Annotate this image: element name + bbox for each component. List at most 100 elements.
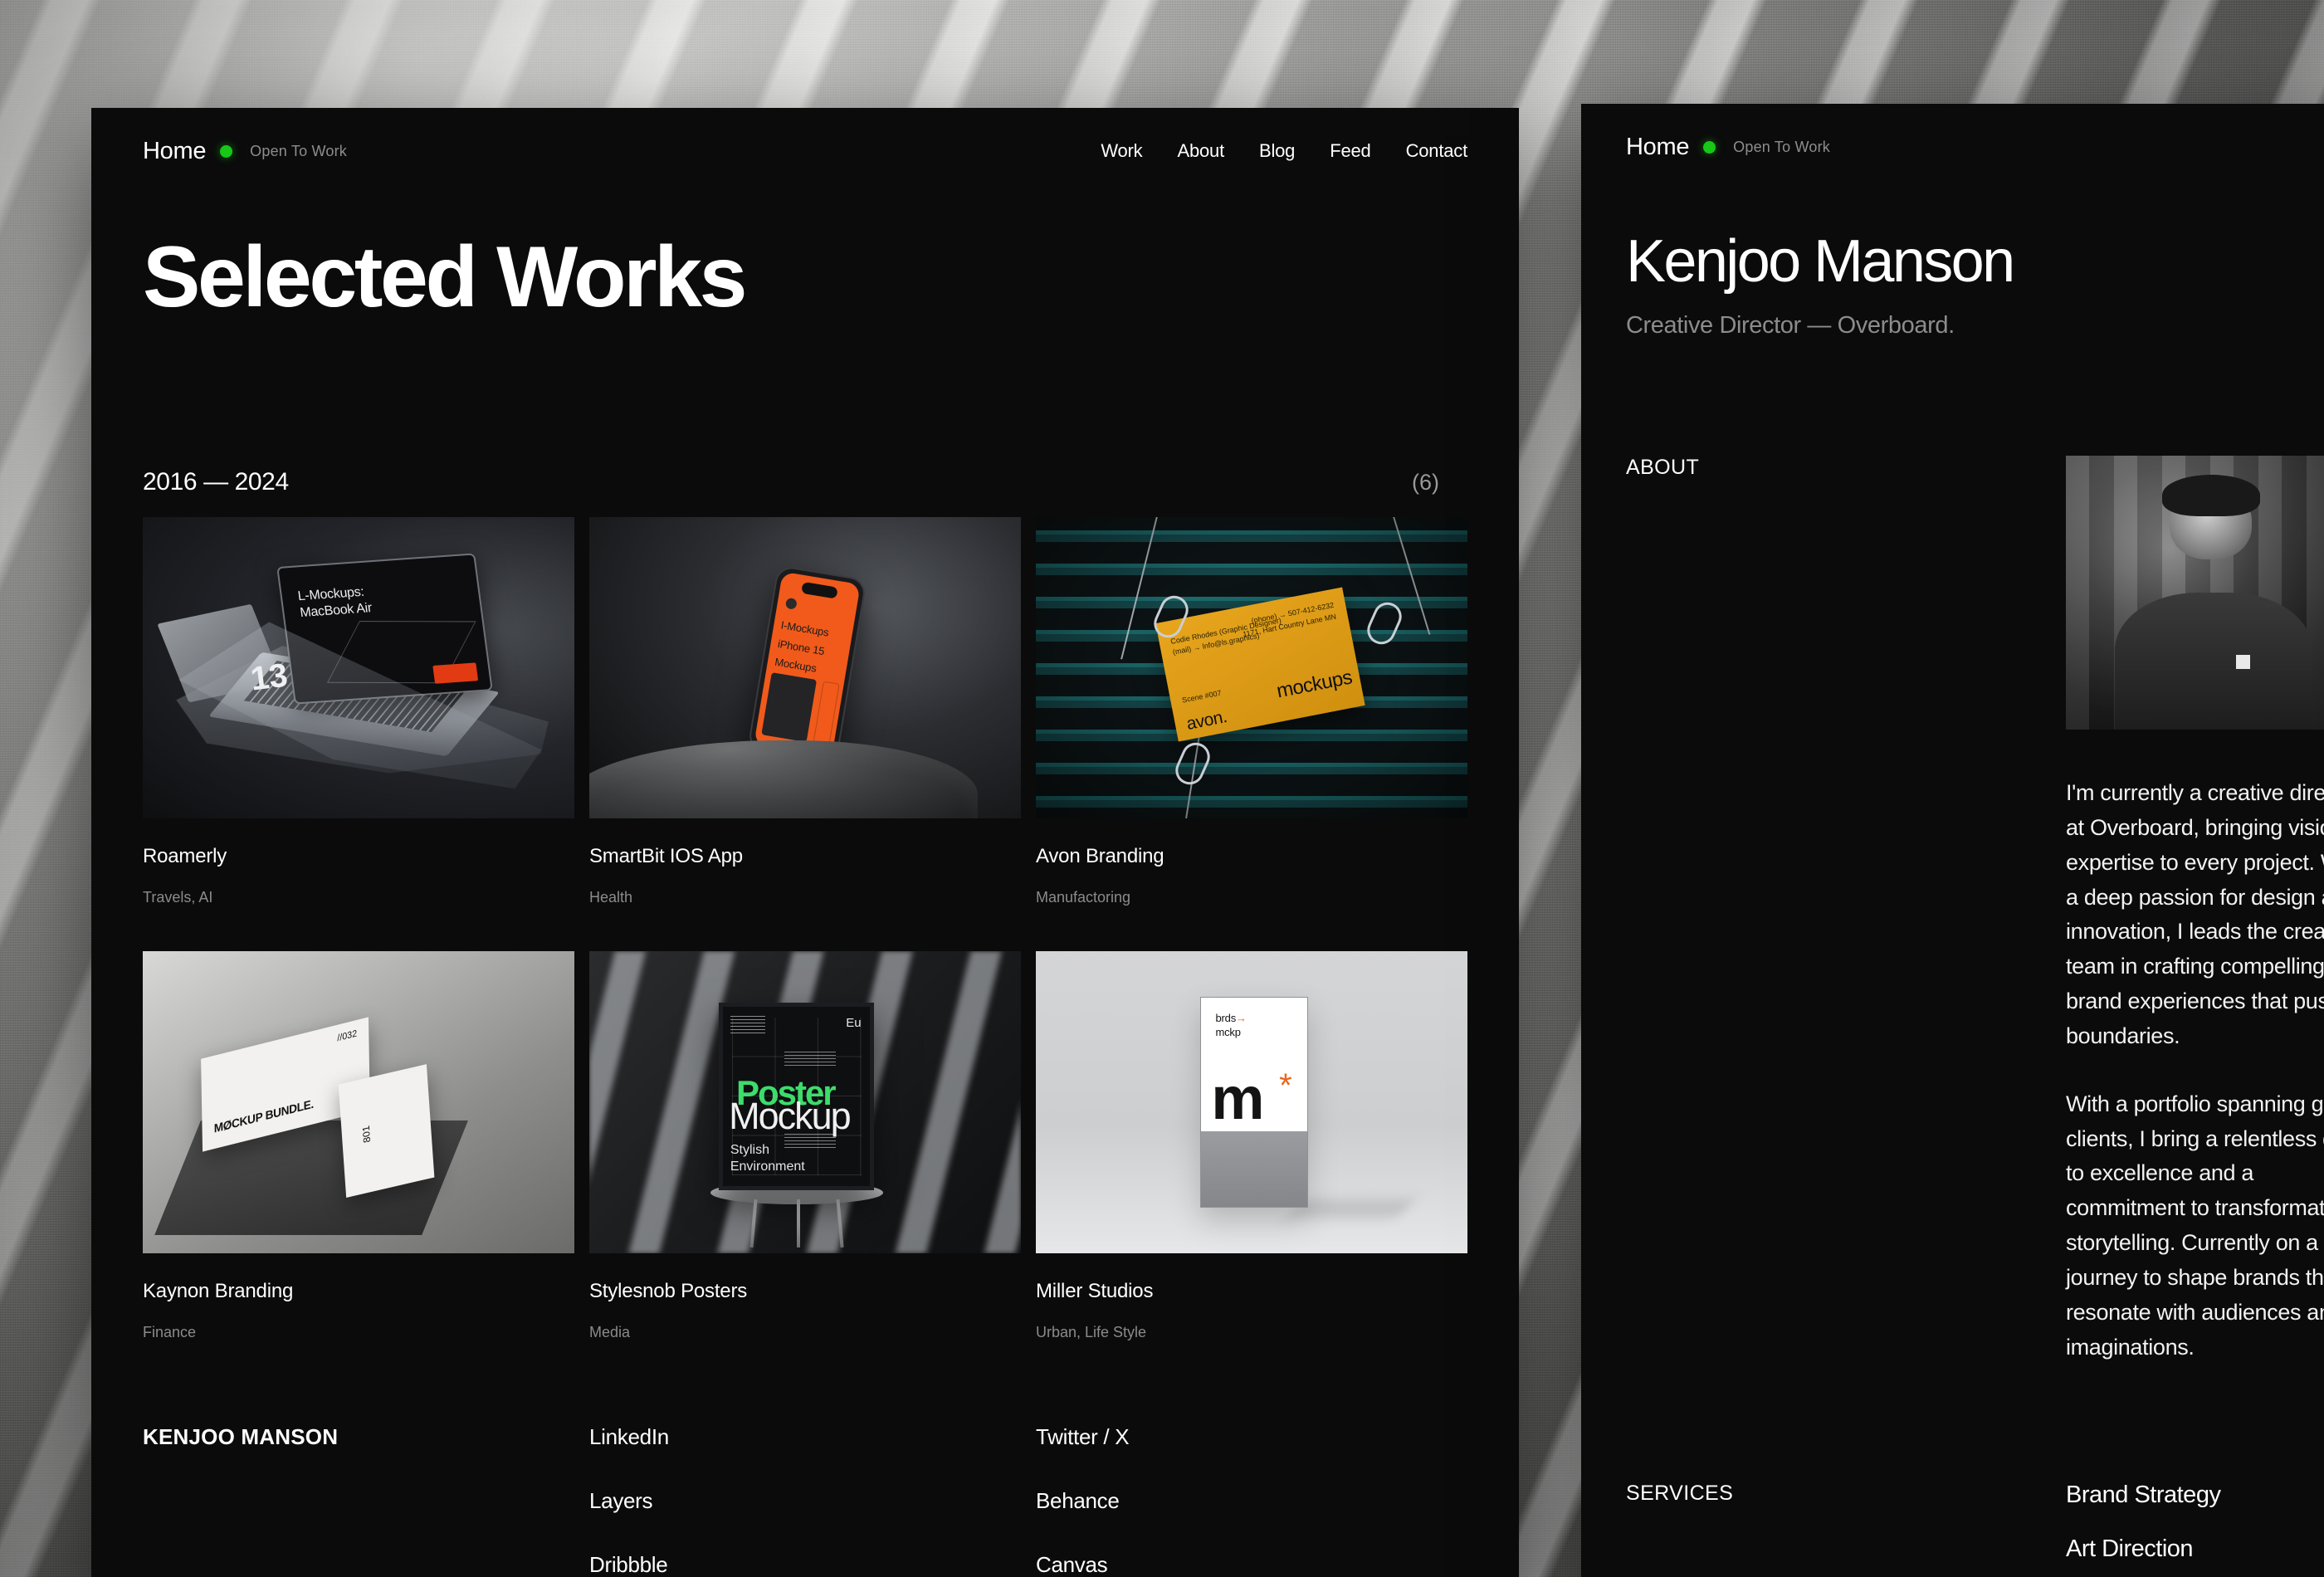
project-card-avon[interactable]: Codie Rhodes (Graphic Designer) (mail) →… (1036, 517, 1467, 906)
footer-link-layers[interactable]: Layers (589, 1488, 1021, 1514)
stationery-card-back: 801 (339, 1064, 435, 1198)
works-topbar: Home Open To Work Work About Blog Feed C… (143, 126, 1467, 176)
macbook-mockup-thumbnail: L-Mockups: MacBook Air 13 (143, 517, 574, 818)
nav-item-blog[interactable]: Blog (1259, 140, 1295, 162)
project-tag: Finance (143, 1324, 574, 1341)
nav-item-contact[interactable]: Contact (1406, 140, 1467, 162)
poster-mockup-thumbnail: Eu Poster Mockup Stylish Environment (589, 951, 1021, 1253)
project-tag: Urban, Life Style (1036, 1324, 1467, 1341)
site-footer: KENJOO MANSON LinkedIn Layers Dribbble T… (143, 1424, 1467, 1577)
footer-link-twitter[interactable]: Twitter / X (1036, 1424, 1467, 1450)
footer-links-column-two: LinkedIn Layers Dribbble (589, 1424, 1021, 1577)
about-section-label: ABOUT (1626, 456, 2066, 1365)
poster-word-two: Mockup (729, 1095, 850, 1138)
stool-leg (836, 1199, 843, 1247)
iphone-mockup-thumbnail: I-Mockups iPhone 15 Mockups (589, 517, 1021, 818)
project-card-roamerly[interactable]: L-Mockups: MacBook Air 13 Roamerly Trave… (143, 517, 574, 906)
cable-left (1120, 517, 1160, 660)
signboard-mockup-thumbnail: brds→ mckp m * (1036, 951, 1467, 1253)
footer-brand: KENJOO MANSON (143, 1424, 574, 1450)
nav-item-about[interactable]: About (1177, 140, 1224, 162)
status-dot-icon (220, 145, 232, 158)
profile-photo (2066, 456, 2324, 730)
about-paragraph-one: I'm currently a creative director at Ove… (2066, 776, 2324, 1054)
project-card-smartbit[interactable]: I-Mockups iPhone 15 Mockups SmartBit IOS… (589, 517, 1021, 906)
photo-figure-body (2115, 593, 2312, 730)
stool-leg (749, 1199, 757, 1247)
stool (710, 1181, 883, 1247)
business-card-mockup-thumbnail: //032 MØCKUP BUNDLE. 801 (143, 951, 574, 1253)
clip-right-icon (1363, 598, 1406, 648)
footer-link-behance[interactable]: Behance (1036, 1488, 1467, 1514)
service-item-art-direction[interactable]: Art Direction (2066, 1536, 2324, 1563)
footer-links-column-three: Twitter / X Behance Canvas (1036, 1424, 1467, 1577)
asterisk-icon: * (1279, 1076, 1292, 1096)
card-scene-label: Scene #007 (1181, 689, 1222, 705)
project-grid-row-2: //032 MØCKUP BUNDLE. 801 Kaynon Branding… (143, 951, 1467, 1341)
screen-headline: L-Mockups: MacBook Air (296, 583, 373, 622)
poster-micro-text-top (730, 1016, 766, 1034)
card-side-number: 801 (360, 1125, 373, 1144)
phone-notch (801, 582, 838, 599)
signboard-logotype: brds→ mckp (1216, 1012, 1247, 1039)
phone-screen-headline: I-Mockups iPhone 15 Mockups (774, 616, 831, 680)
project-card-kaynon[interactable]: //032 MØCKUP BUNDLE. 801 Kaynon Branding… (143, 951, 574, 1341)
card-brand-mark: avon. (1185, 708, 1229, 735)
poster-caption: Stylish Environment (730, 1142, 805, 1175)
rock-surface (589, 740, 978, 818)
poster-corner-label: Eu (846, 1016, 861, 1030)
footer-link-linkedin[interactable]: LinkedIn (589, 1424, 1021, 1450)
project-title: Kaynon Branding (143, 1280, 574, 1303)
poster-frame: Eu Poster Mockup Stylish Environment (719, 1003, 874, 1190)
project-count: (6) (1412, 470, 1439, 496)
phone-screen-side-pane (813, 681, 840, 746)
status-label: Open To Work (1733, 139, 1830, 156)
stool-leg (797, 1199, 800, 1247)
service-item-brand-strategy[interactable]: Brand Strategy (2066, 1482, 2324, 1509)
about-section: ABOUT I'm currently a creative director … (1626, 456, 2324, 1365)
footer-brand-column: KENJOO MANSON (143, 1424, 574, 1577)
card-code: //032 (337, 1028, 357, 1043)
about-panel: Home Open To Work Kenjoo Manson Creative… (1581, 104, 2324, 1577)
phone-screen: I-Mockups iPhone 15 Mockups (754, 572, 861, 758)
signboard-base (1201, 1131, 1307, 1207)
page-title: Selected Works (143, 234, 1467, 320)
project-grid-row-1: L-Mockups: MacBook Air 13 Roamerly Trave… (143, 517, 1467, 906)
screen-accent-block (432, 663, 477, 684)
year-range: 2016 — 2024 (143, 468, 289, 496)
photo-chest-logo (2236, 655, 2250, 669)
phone-screen-preview-pane (761, 673, 817, 743)
main-nav: Work About Blog Feed Contact (1101, 140, 1467, 162)
poster-micro-text-mid (784, 1050, 836, 1066)
hanging-card-mockup-thumbnail: Codie Rhodes (Graphic Designer) (mail) →… (1036, 517, 1467, 818)
nav-item-feed[interactable]: Feed (1330, 140, 1370, 162)
phone-body: I-Mockups iPhone 15 Mockups (747, 565, 867, 764)
signboard: brds→ mckp m * (1200, 997, 1308, 1208)
arrow-icon: → (1236, 1012, 1247, 1024)
project-title: Stylesnob Posters (589, 1280, 1021, 1303)
project-card-stylesnob[interactable]: Eu Poster Mockup Stylish Environment Sty… (589, 951, 1021, 1341)
works-meta-row: 2016 — 2024 (6) (143, 468, 1467, 496)
works-panel: Home Open To Work Work About Blog Feed C… (91, 108, 1519, 1577)
brand-group: Home Open To Work (143, 138, 347, 165)
about-section-content: I'm currently a creative director at Ove… (2066, 456, 2324, 1365)
status-dot-icon (1703, 141, 1716, 154)
signboard-letter-mark: m (1211, 1076, 1261, 1124)
about-text: I'm currently a creative director at Ove… (2066, 776, 2324, 1365)
clip-bottom-icon (1170, 738, 1213, 788)
project-tag: Media (589, 1324, 1021, 1341)
about-topbar: Home Open To Work (1626, 122, 2324, 172)
footer-link-dribbble[interactable]: Dribbble (589, 1552, 1021, 1577)
home-link[interactable]: Home (143, 138, 206, 165)
nav-item-work[interactable]: Work (1101, 140, 1142, 162)
card-word-mark: mockups (1275, 666, 1354, 704)
services-section: SERVICES Brand Strategy Art Direction In… (1626, 1482, 2324, 1577)
project-card-miller[interactable]: brds→ mckp m * Miller Studios Urban, Lif… (1036, 951, 1467, 1341)
project-title: Avon Branding (1036, 845, 1467, 868)
card-contact-right: (phone) → 507-412-6232 1171, Hart Countr… (1240, 600, 1337, 640)
home-link[interactable]: Home (1626, 134, 1689, 161)
photo-figure-hair (2162, 475, 2261, 516)
footer-link-canvas[interactable]: Canvas (1036, 1552, 1467, 1577)
brand-group: Home Open To Work (1626, 134, 1830, 161)
project-tag: Travels, AI (143, 889, 574, 906)
